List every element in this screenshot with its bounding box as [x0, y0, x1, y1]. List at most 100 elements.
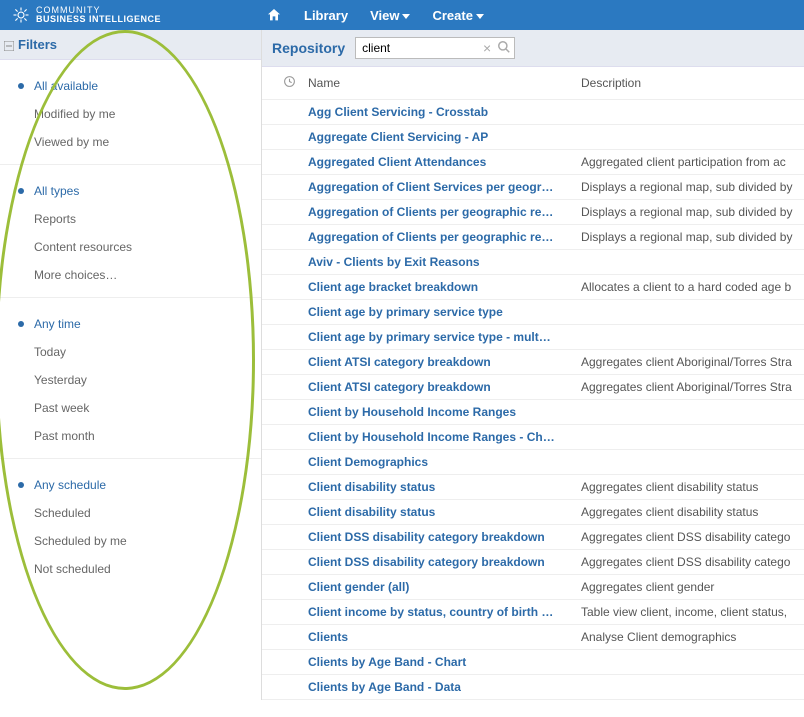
- nav-items: Library View Create: [266, 7, 484, 23]
- home-button[interactable]: [266, 7, 282, 23]
- table-row[interactable]: Client disability statusAggregates clien…: [262, 500, 804, 525]
- chevron-down-icon: [476, 14, 484, 19]
- table-row[interactable]: Aggregated Client AttendancesAggregated …: [262, 150, 804, 175]
- brand-icon: [12, 6, 30, 24]
- table-row[interactable]: Aviv - Clients by Exit Reasons: [262, 250, 804, 275]
- clear-search-icon[interactable]: ×: [483, 40, 491, 56]
- row-name[interactable]: Aggregation of Clients per geographic re…: [308, 230, 581, 244]
- table-row[interactable]: Client age bracket breakdownAllocates a …: [262, 275, 804, 300]
- filter-item-label: Today: [34, 345, 66, 359]
- collapse-icon[interactable]: [4, 39, 14, 49]
- table-row[interactable]: Client ATSI category breakdownAggregates…: [262, 375, 804, 400]
- table-row[interactable]: Client DSS disability category breakdown…: [262, 525, 804, 550]
- filter-item[interactable]: Reports: [0, 205, 261, 233]
- table-row[interactable]: Agg Client Servicing - Crosstab: [262, 100, 804, 125]
- filters-sidebar: Filters All availableModified by meViewe…: [0, 30, 262, 700]
- table-row[interactable]: Client income by status, country of birt…: [262, 600, 804, 625]
- nav-create[interactable]: Create: [432, 8, 483, 23]
- filter-item[interactable]: Not scheduled: [0, 555, 261, 583]
- filter-item[interactable]: Any time: [0, 310, 261, 338]
- row-name[interactable]: Client age bracket breakdown: [308, 280, 581, 294]
- table-row[interactable]: Client DSS disability category breakdown…: [262, 550, 804, 575]
- filter-item[interactable]: All available: [0, 72, 261, 100]
- filter-item-label: Any schedule: [34, 478, 106, 492]
- filter-item[interactable]: Modified by me: [0, 100, 261, 128]
- filter-item[interactable]: Any schedule: [0, 471, 261, 499]
- bullet-icon: [18, 188, 24, 194]
- filter-item[interactable]: All types: [0, 177, 261, 205]
- row-name[interactable]: Client age by primary service type: [308, 305, 581, 319]
- row-name[interactable]: Clients: [308, 630, 581, 644]
- table-row[interactable]: Client by Household Income Ranges: [262, 400, 804, 425]
- table-row[interactable]: Aggregate Client Servicing - AP: [262, 125, 804, 150]
- row-name[interactable]: Aviv - Clients by Exit Reasons: [308, 255, 581, 269]
- row-description: Aggregates client gender: [581, 580, 804, 594]
- filter-group: Any time Today YesterdayPast weekPast mont…: [0, 298, 261, 459]
- row-name[interactable]: Client disability status: [308, 480, 581, 494]
- row-name[interactable]: Client by Household Income Ranges - Ch…: [308, 430, 581, 444]
- description-column-header[interactable]: Description: [581, 76, 804, 90]
- row-description: Displays a regional map, sub divided by: [581, 230, 804, 244]
- schedule-column-header[interactable]: [270, 75, 308, 91]
- row-name[interactable]: Client gender (all): [308, 580, 581, 594]
- filter-item-label: Scheduled: [34, 506, 91, 520]
- row-name[interactable]: Clients by Age Band - Chart: [308, 655, 581, 669]
- row-description: Aggregates client Aboriginal/Torres Stra: [581, 355, 804, 369]
- search-icon[interactable]: [497, 40, 511, 57]
- search-wrap: ×: [355, 37, 515, 59]
- filter-item-label: Scheduled by me: [34, 534, 127, 548]
- table-row[interactable]: Client ATSI category breakdownAggregates…: [262, 350, 804, 375]
- table-row[interactable]: Client age by primary service type: [262, 300, 804, 325]
- filter-item[interactable]: Today: [0, 338, 261, 366]
- filter-item[interactable]: Scheduled by me: [0, 527, 261, 555]
- row-description: Analyse Client demographics: [581, 630, 804, 644]
- nav-library[interactable]: Library: [304, 8, 348, 23]
- table-row[interactable]: Clients by Age Band - Data: [262, 675, 804, 700]
- table-header: Name Description: [262, 67, 804, 100]
- filter-item[interactable]: Past month: [0, 422, 261, 450]
- row-name[interactable]: Client income by status, country of birt…: [308, 605, 581, 619]
- row-name[interactable]: Client DSS disability category breakdown: [308, 555, 581, 569]
- filter-group: All availableModified by meViewed by me: [0, 60, 261, 165]
- row-name[interactable]: Client ATSI category breakdown: [308, 355, 581, 369]
- search-input[interactable]: [355, 37, 515, 59]
- table-row[interactable]: Client by Household Income Ranges - Ch…: [262, 425, 804, 450]
- filters-header: Filters: [0, 30, 261, 60]
- table-row[interactable]: Aggregation of Client Services per geogr…: [262, 175, 804, 200]
- row-name[interactable]: Agg Client Servicing - Crosstab: [308, 105, 581, 119]
- name-column-header[interactable]: Name: [308, 76, 581, 90]
- row-name[interactable]: Aggregation of Clients per geographic re…: [308, 205, 581, 219]
- row-name[interactable]: Client age by primary service type - mul…: [308, 330, 581, 344]
- table-row[interactable]: Client disability statusAggregates clien…: [262, 475, 804, 500]
- table-row[interactable]: Client gender (all)Aggregates client gen…: [262, 575, 804, 600]
- nav-view-label: View: [370, 8, 399, 23]
- brand-text: COMMUNITY BUSINESS INTELLIGENCE: [36, 6, 161, 24]
- row-name[interactable]: Client Demographics: [308, 455, 581, 469]
- table-row[interactable]: Client Demographics: [262, 450, 804, 475]
- filter-item[interactable]: Yesterday: [0, 366, 261, 394]
- table-row[interactable]: Aggregation of Clients per geographic re…: [262, 225, 804, 250]
- filter-item[interactable]: Content resources: [0, 233, 261, 261]
- row-name[interactable]: Aggregation of Client Services per geogr…: [308, 180, 581, 194]
- row-name[interactable]: Client by Household Income Ranges: [308, 405, 581, 419]
- table-row[interactable]: Client age by primary service type - mul…: [262, 325, 804, 350]
- filter-item[interactable]: Past week: [0, 394, 261, 422]
- filter-item[interactable]: Scheduled: [0, 499, 261, 527]
- row-name[interactable]: Client DSS disability category breakdown: [308, 530, 581, 544]
- table-row[interactable]: Aggregation of Clients per geographic re…: [262, 200, 804, 225]
- row-name[interactable]: Clients by Age Band - Data: [308, 680, 581, 694]
- table-row[interactable]: Clients by Age Band - Chart: [262, 650, 804, 675]
- filter-item-label: Reports: [34, 212, 76, 226]
- bullet-icon: [18, 321, 24, 327]
- row-name[interactable]: Client disability status: [308, 505, 581, 519]
- table-row[interactable]: ClientsAnalyse Client demographics: [262, 625, 804, 650]
- row-description: Aggregates client disability status: [581, 480, 804, 494]
- filter-item[interactable]: Viewed by me: [0, 128, 261, 156]
- results-table: Name Description Agg Client Servicing - …: [262, 67, 804, 700]
- row-name[interactable]: Client ATSI category breakdown: [308, 380, 581, 394]
- row-name[interactable]: Aggregate Client Servicing - AP: [308, 130, 581, 144]
- filter-item[interactable]: More choices…: [0, 261, 261, 289]
- nav-view[interactable]: View: [370, 8, 410, 23]
- row-name[interactable]: Aggregated Client Attendances: [308, 155, 581, 169]
- row-description: Displays a regional map, sub divided by: [581, 180, 804, 194]
